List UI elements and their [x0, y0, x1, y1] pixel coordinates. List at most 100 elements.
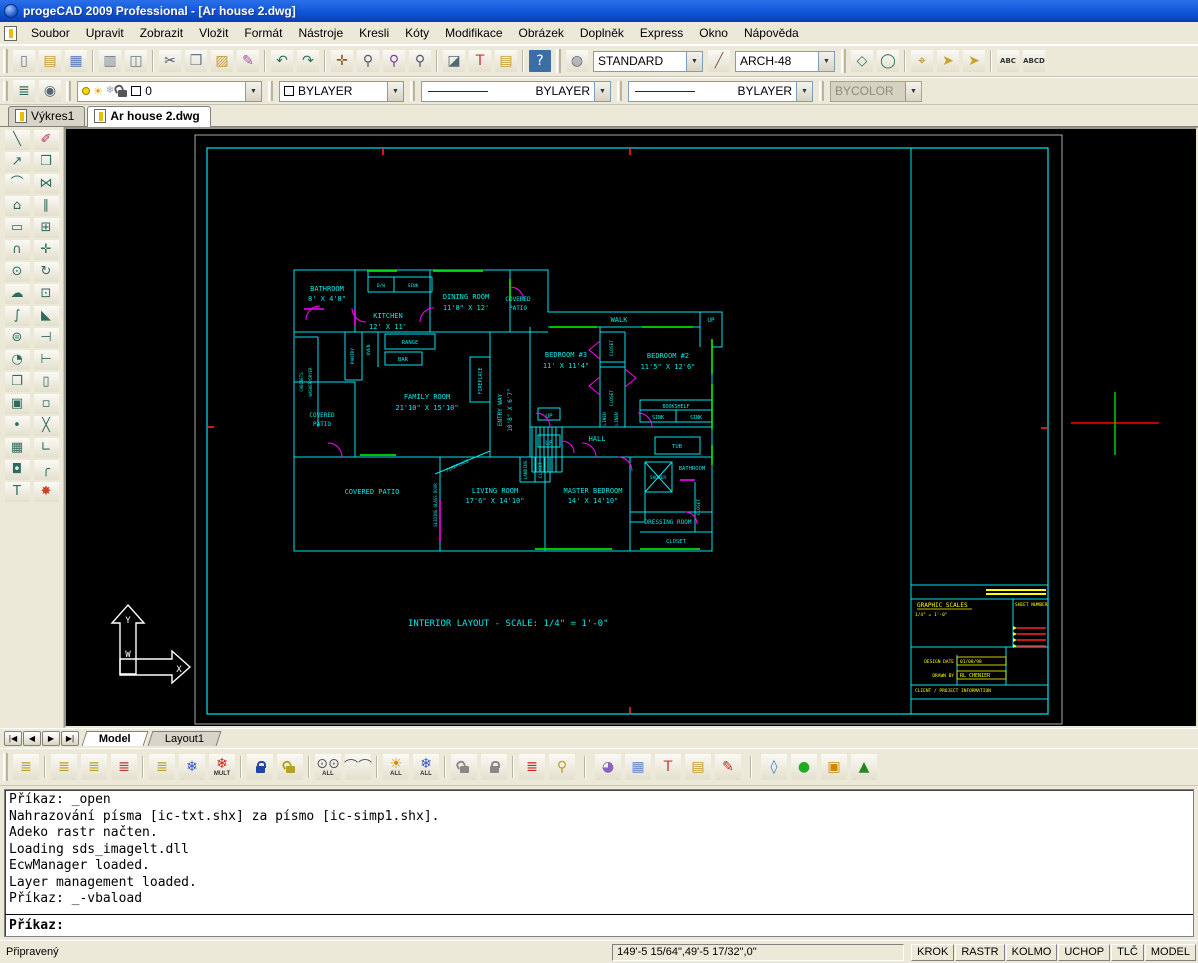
tool-circle-button[interactable]: ⊙	[3, 261, 31, 283]
status-toggle-tlc[interactable]: TLČ	[1111, 943, 1144, 961]
toolbar-handle[interactable]	[3, 752, 8, 782]
tool-mirror-button[interactable]: ⋈	[32, 173, 60, 195]
tool-insert-block-button[interactable]: ❐	[3, 371, 31, 393]
toolbar-handle[interactable]	[556, 49, 561, 73]
tool-rectangle-button[interactable]: ▭	[3, 217, 31, 239]
tool-find-replace-button[interactable]: ABCD	[1022, 49, 1046, 73]
document-icon[interactable]	[4, 25, 17, 41]
tool-match-properties-button[interactable]: ◊	[760, 753, 788, 781]
tool-line-button[interactable]: ╲	[3, 129, 31, 151]
tool-move-button[interactable]: ✛	[32, 239, 60, 261]
tool-format-painter-button[interactable]: ✎	[236, 49, 260, 73]
command-history[interactable]: Příkaz: _open Nahrazování písma [ic-txt.s…	[5, 790, 1193, 914]
tool-revision-cloud-button[interactable]: ☁	[3, 283, 31, 305]
tool-point-button[interactable]: •	[3, 415, 31, 437]
layer-lock-icon[interactable]	[117, 84, 128, 98]
tool-text-button[interactable]: T	[3, 481, 31, 503]
status-toggle-model[interactable]: MODEL	[1144, 943, 1196, 961]
tool-spell-check-button[interactable]: ABC	[996, 49, 1020, 73]
tool-freeze-all-button[interactable]: ❄ ALL	[412, 753, 440, 781]
tool-ellipse-arc-button[interactable]: ◔	[3, 349, 31, 371]
dim-style-combo[interactable]: ARCH-48 ▼	[735, 50, 835, 72]
tool-undo-button[interactable]: ↶	[270, 49, 294, 73]
coordinates-readout[interactable]: 149'-5 15/64",49'-5 17/32",0"	[612, 943, 905, 961]
tool-image-folder-button[interactable]: ▤	[684, 753, 712, 781]
tool-snap-point-button[interactable]: ⌖	[910, 49, 934, 73]
menu-nastroje[interactable]: Nástroje	[290, 23, 351, 43]
tool-array-button[interactable]: ⊞	[32, 217, 60, 239]
tool-snap-settings-button[interactable]: ◯	[876, 49, 900, 73]
tool-unlock-all-button[interactable]	[450, 753, 478, 781]
drawing-canvas[interactable]: Y W X BATHROOM 8' X 4'8" KITCHEN 12' X 11' D…	[64, 127, 1198, 728]
menu-obrazek[interactable]: Obrázek	[511, 23, 572, 43]
chevron-down-icon[interactable]: ▼	[796, 81, 812, 101]
tool-layer-isolate-button[interactable]: ≣	[80, 753, 108, 781]
tool-arc-continue-button[interactable]: ∩	[3, 239, 31, 261]
chevron-down-icon[interactable]: ▼	[686, 51, 702, 71]
tool-open-button[interactable]: ▤	[38, 49, 62, 73]
tool-fillet-button[interactable]: ╭	[32, 459, 60, 481]
tool-break-button[interactable]: ▫	[32, 393, 60, 415]
tool-zoom-window-button[interactable]: ⚲	[382, 49, 406, 73]
toolbar-handle[interactable]	[66, 80, 71, 102]
status-toggle-rastr[interactable]: RASTR	[955, 943, 1005, 961]
tool-arc-button[interactable]: ⌒	[3, 173, 31, 195]
tool-break-at-point-button[interactable]: ▯	[32, 371, 60, 393]
tool-render-button[interactable]: ◕	[594, 753, 622, 781]
tool-erase-button[interactable]: ✐	[32, 129, 60, 151]
tool-layer-restore-button[interactable]: ≣	[110, 753, 138, 781]
tool-make-block-button[interactable]: ▣	[3, 393, 31, 415]
tool-trim-button[interactable]: ⊣	[32, 327, 60, 349]
tool-hatch-button[interactable]: ▦	[3, 437, 31, 459]
tool-print-button[interactable]: ▥	[98, 49, 122, 73]
tool-text-style-manager-button[interactable]: T	[468, 49, 492, 73]
tool-layer-unlock-button[interactable]	[276, 753, 304, 781]
tool-pan-button[interactable]: ✛	[330, 49, 354, 73]
menu-zobrazit[interactable]: Zobrazit	[132, 23, 191, 43]
tool-snap-run-button[interactable]: ➤	[936, 49, 960, 73]
tool-draw-order-button[interactable]: ◪	[442, 49, 466, 73]
document-tab-ar-house-2-dwg[interactable]: Ar house 2.dwg	[87, 106, 211, 127]
menu-kresli[interactable]: Kresli	[351, 23, 397, 43]
menu-doplnek[interactable]: Doplněk	[572, 23, 632, 43]
tool-entity-snap-button[interactable]: ◇	[850, 49, 874, 73]
tool-layer-match-button[interactable]: ≣	[50, 753, 78, 781]
toolbar-handle[interactable]	[268, 80, 273, 102]
drawing-viewport[interactable]: Y W X BATHROOM 8' X 4'8" KITCHEN 12' X 11' D…	[66, 129, 1196, 726]
tool-spline-button[interactable]: ∫	[3, 305, 31, 327]
toolbar-handle[interactable]	[617, 80, 622, 102]
tool-image-manager-button[interactable]: ▤	[494, 49, 518, 73]
tool-ellipse-button[interactable]: ⊜	[3, 327, 31, 349]
lineweight-combo[interactable]: BYLAYER ▼	[628, 80, 813, 102]
tool-cut-button[interactable]: ✂	[158, 49, 182, 73]
tool-multiline-button[interactable]: ↗	[3, 151, 31, 173]
tool-render-sphere-button[interactable]: ●	[790, 753, 818, 781]
tool-render-settings-button[interactable]: ▲	[850, 753, 878, 781]
tool-thaw-all-button[interactable]: ☀ ALL	[382, 753, 410, 781]
tool-layer-lock-button[interactable]	[246, 753, 274, 781]
tool-paste-button[interactable]: ▨	[210, 49, 234, 73]
tool-image-adjust-button[interactable]: ▦	[624, 753, 652, 781]
toolbar-handle[interactable]	[3, 49, 8, 73]
tool-scale-button[interactable]: ⊡	[32, 283, 60, 305]
layer-combo[interactable]: ☀ ❄ 0 ▼	[77, 80, 262, 102]
toolbar-handle[interactable]	[841, 49, 846, 73]
status-toggle-kolmo[interactable]: KOLMO	[1005, 943, 1058, 961]
tool-dim-style-button[interactable]: ╱	[707, 49, 731, 73]
layout-nav-3[interactable]: ▶|	[61, 731, 79, 746]
menu-soubor[interactable]: Soubor	[23, 23, 78, 43]
tool-save-button[interactable]: ▦	[64, 49, 88, 73]
menu-vlozit[interactable]: Vložit	[191, 23, 236, 43]
document-tab-vykres1[interactable]: Výkres1	[8, 106, 86, 126]
menu-format[interactable]: Formát	[236, 23, 290, 43]
tool-text-styles-button[interactable]: T	[654, 753, 682, 781]
layout-nav-2[interactable]: ▶	[42, 731, 60, 746]
menu-koty[interactable]: Kóty	[397, 23, 437, 43]
chevron-down-icon[interactable]: ▼	[818, 51, 834, 71]
tool-snap-clear-button[interactable]: ➤	[962, 49, 986, 73]
tool-layer-freeze-mult-button[interactable]: ❄ MULT	[208, 753, 236, 781]
tool-explode-button[interactable]: ✸	[32, 481, 60, 503]
tool-print-preview-button[interactable]: ◫	[124, 49, 148, 73]
tool-copy-object-button[interactable]: ❒	[32, 151, 60, 173]
menu-express[interactable]: Express	[632, 23, 691, 43]
